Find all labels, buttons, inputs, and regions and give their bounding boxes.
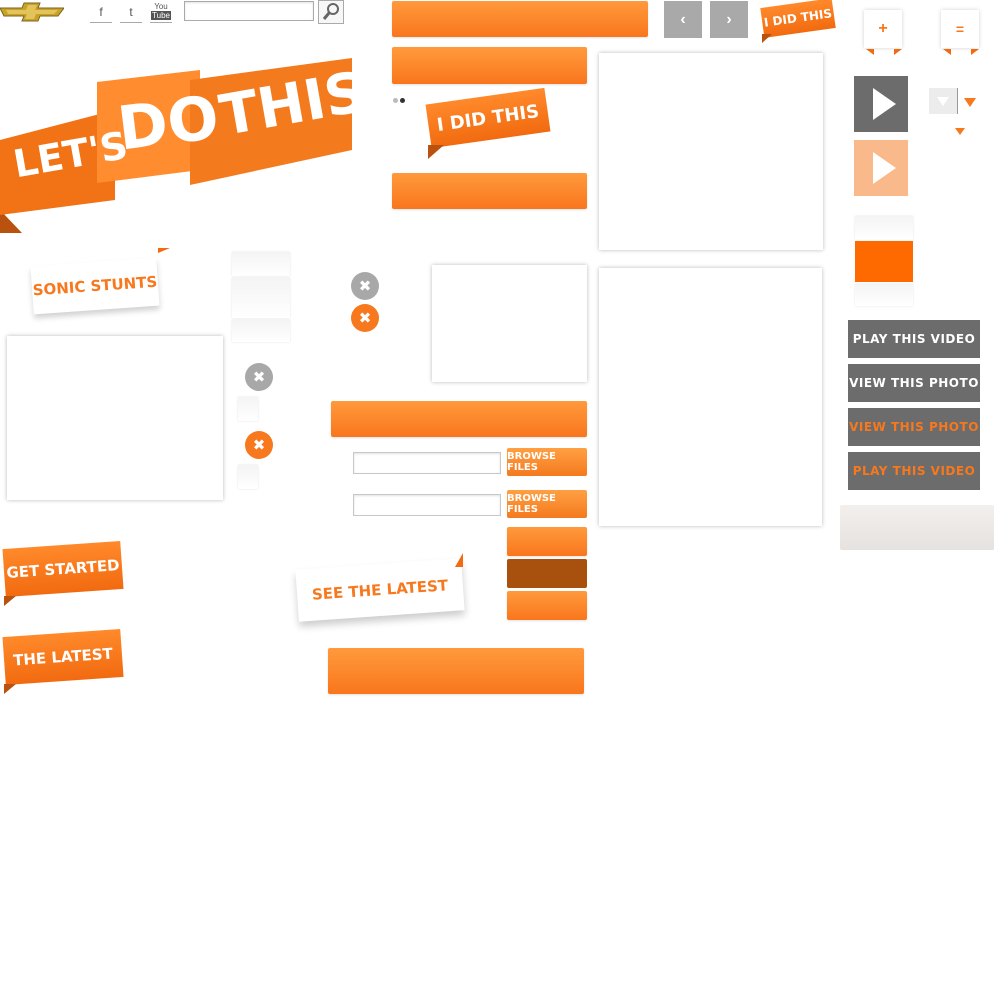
browse-files-button-2[interactable]: BROWSE FILES [507, 490, 587, 518]
chevrolet-bowtie-icon [0, 2, 65, 22]
hero-banner: LET'S DO THIS [0, 55, 370, 240]
close-icon: ✖ [358, 309, 372, 327]
view-this-photo-label: VIEW THIS PHOTO [849, 376, 979, 390]
close-icon: ✖ [252, 368, 266, 386]
triangle-down-icon[interactable] [963, 97, 977, 109]
content-card-right-bottom [599, 268, 822, 526]
pager-dot-2[interactable] [400, 98, 405, 103]
zoom-in-fold-right [894, 49, 902, 55]
menu-fold-right [971, 49, 979, 55]
play-this-video-button[interactable]: PLAY THIS VIDEO [848, 320, 980, 358]
search-button[interactable] [318, 0, 344, 24]
facebook-icon: f [99, 5, 103, 19]
prev-button[interactable]: ‹ [664, 1, 702, 38]
browse-files-label-2: BROWSE FILES [507, 493, 556, 515]
chevron-left-icon: ‹ [680, 10, 686, 28]
i-did-this-fold [428, 145, 444, 159]
menu-equals-button[interactable]: = [941, 10, 979, 48]
hero-word-do: DO [114, 82, 223, 165]
sonic-stunts-fold [158, 248, 170, 253]
the-latest-fold [4, 684, 16, 694]
small-orange-button-hover[interactable] [507, 591, 587, 620]
get-started-label: GET STARTED [5, 556, 121, 582]
close-icon: ✖ [358, 277, 372, 295]
youtube-icon-bottom: Tube [151, 11, 171, 20]
see-the-latest-ribbon[interactable]: SEE THE LATEST [295, 558, 465, 622]
youtube-link[interactable]: You Tube [150, 0, 172, 23]
view-this-photo-hover-label: VIEW THIS PHOTO [849, 420, 979, 434]
i-did-this-small-ribbon[interactable]: I DID THIS [760, 0, 836, 38]
orange-bar-3[interactable] [392, 173, 587, 209]
orange-bar-top[interactable] [392, 1, 648, 37]
sonic-stunts-ribbon[interactable]: SONIC STUNTS [30, 257, 160, 315]
twitter-link[interactable]: t [120, 2, 142, 23]
menu-fold-left [943, 49, 951, 55]
file-path-field-1[interactable] [353, 452, 501, 474]
content-card-left [7, 336, 223, 500]
close-button-orange[interactable]: ✖ [245, 431, 273, 459]
play-this-video-label: PLAY THIS VIDEO [852, 332, 976, 346]
orange-bar-2[interactable] [392, 47, 587, 84]
swatch-orange[interactable] [855, 241, 913, 282]
gray-panel [840, 505, 994, 550]
orange-bar-4[interactable] [331, 401, 587, 437]
side-tab-middle [232, 278, 290, 318]
next-button[interactable]: › [710, 1, 748, 38]
chevron-right-icon: › [726, 10, 732, 28]
orange-bar-large[interactable] [328, 648, 584, 694]
play-button-light[interactable] [854, 140, 908, 196]
small-orange-button-pressed[interactable] [507, 559, 587, 588]
i-did-this-ribbon[interactable]: I DID THIS [425, 87, 551, 149]
get-started-fold [4, 596, 16, 606]
the-latest-ribbon[interactable]: THE LATEST [2, 628, 124, 686]
see-the-latest-fold [455, 553, 463, 567]
play-this-video-hover-label: PLAY THIS VIDEO [852, 464, 976, 478]
side-tab-bottom [232, 320, 290, 342]
sonic-stunts-label: SONIC STUNTS [32, 272, 158, 300]
browse-files-button-1[interactable]: BROWSE FILES [507, 448, 587, 476]
zoom-in-fold-left [866, 49, 874, 55]
close-icon: ✖ [252, 436, 266, 454]
play-icon [873, 152, 896, 184]
twitter-icon: t [129, 5, 133, 19]
swatch-tab-top [855, 216, 913, 240]
triangle-down-icon [937, 97, 949, 106]
swatch-tab-bottom [855, 284, 913, 306]
zoom-in-button[interactable]: + [864, 10, 902, 48]
i-did-this-label: I DID THIS [435, 100, 541, 136]
play-button-dark[interactable] [854, 76, 908, 132]
triangle-down-icon-small[interactable] [954, 127, 966, 137]
youtube-icon-top: You [154, 2, 168, 11]
close-orange-shadow [238, 465, 258, 489]
content-card-small [432, 265, 587, 382]
the-latest-label: THE LATEST [12, 644, 114, 670]
magnifier-icon [322, 3, 339, 20]
small-orange-button[interactable] [507, 527, 587, 556]
plus-icon: + [878, 20, 888, 37]
equals-icon: = [955, 21, 965, 37]
play-icon [873, 88, 896, 120]
view-this-photo-button-hover[interactable]: VIEW THIS PHOTO [848, 408, 980, 446]
view-this-photo-button[interactable]: VIEW THIS PHOTO [848, 364, 980, 402]
see-the-latest-label: SEE THE LATEST [311, 576, 449, 604]
pager-dot-1[interactable] [393, 98, 398, 103]
close-button-gray[interactable]: ✖ [245, 363, 273, 391]
facebook-link[interactable]: f [90, 2, 112, 23]
chevrolet-logo[interactable] [0, 0, 65, 22]
i-did-this-small-fold [762, 34, 772, 43]
close-gray-shadow [238, 397, 258, 421]
search-input[interactable] [184, 1, 314, 21]
close-button-gray-2[interactable]: ✖ [351, 272, 379, 300]
dropdown-toggle[interactable] [929, 88, 958, 114]
play-this-video-button-hover[interactable]: PLAY THIS VIDEO [848, 452, 980, 490]
file-path-field-2[interactable] [353, 494, 501, 516]
side-tab-top [232, 252, 290, 276]
close-button-orange-2[interactable]: ✖ [351, 304, 379, 332]
content-card-right-top [599, 53, 823, 250]
i-did-this-small-label: I DID THIS [763, 6, 833, 30]
get-started-ribbon[interactable]: GET STARTED [2, 540, 124, 598]
pager-dots[interactable] [393, 98, 409, 104]
browse-files-label-1: BROWSE FILES [507, 451, 556, 473]
